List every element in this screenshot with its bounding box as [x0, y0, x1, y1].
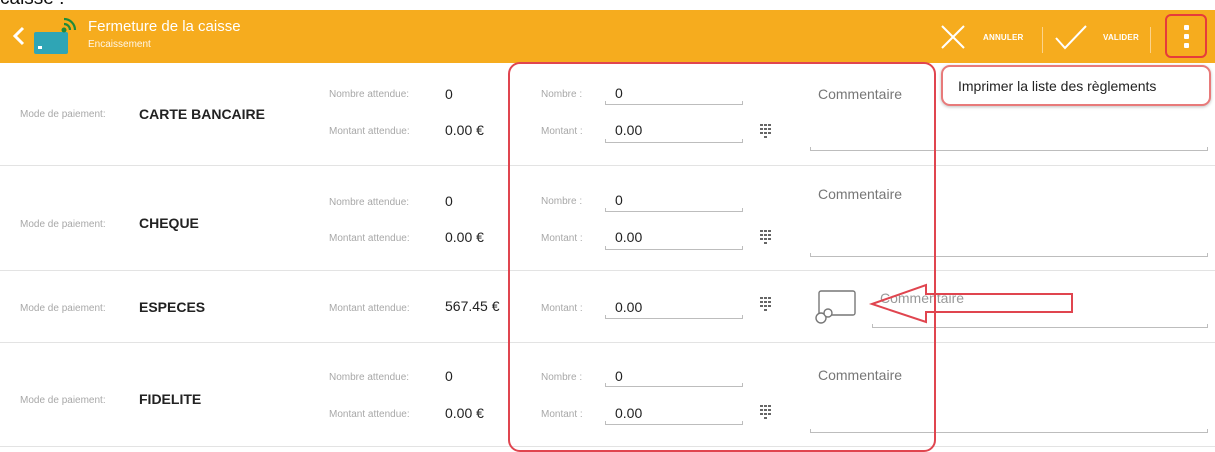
row-divider: [0, 165, 1215, 166]
comment-underline: [872, 324, 1208, 328]
expected-count-value: 0: [445, 86, 453, 102]
cropped-caption: caisse :: [0, 0, 64, 10]
amount-input[interactable]: 0.00: [615, 405, 642, 421]
row-divider: [0, 446, 1215, 447]
check-icon: [1055, 25, 1087, 50]
keypad-icon[interactable]: [760, 124, 772, 139]
count-label: Nombre :: [541, 196, 583, 207]
cancel-button[interactable]: ANNULER: [938, 20, 1024, 54]
comment-bubble-icon[interactable]: [812, 288, 860, 328]
payment-mode-value: CHEQUE: [139, 215, 199, 231]
amount-label: Montant :: [541, 126, 583, 137]
expected-amount-value: 567.45 €: [445, 298, 500, 314]
toolbar-divider: [1150, 27, 1151, 53]
amount-input-underline: [605, 246, 743, 250]
keypad-icon[interactable]: [760, 405, 772, 420]
annotation-arrow-icon: [868, 283, 1073, 324]
back-chevron-icon[interactable]: [8, 22, 30, 50]
comment-field[interactable]: Commentaire: [818, 367, 902, 383]
expected-amount-label: Montant attendue:: [329, 409, 410, 420]
expected-amount-value: 0.00 €: [445, 229, 484, 245]
validate-label: VALIDER: [1103, 32, 1139, 42]
amount-input-underline: [605, 139, 743, 143]
payment-mode-value: CARTE BANCAIRE: [139, 106, 265, 122]
count-input[interactable]: 0: [615, 368, 623, 384]
count-input-underline: [605, 383, 743, 387]
expected-count-label: Nombre attendue:: [329, 89, 410, 100]
expected-count-label: Nombre attendue:: [329, 197, 410, 208]
row-divider: [0, 342, 1215, 343]
expected-amount-label: Montant attendue:: [329, 233, 410, 244]
row-divider: [0, 270, 1215, 271]
amount-input-underline: [605, 315, 743, 319]
toolbar-divider: [1042, 27, 1043, 53]
overflow-menu-icon-dot: [1184, 34, 1189, 39]
count-input[interactable]: 0: [615, 85, 623, 101]
cancel-label: ANNULER: [983, 32, 1024, 42]
payment-mode-label: Mode de paiement:: [20, 303, 106, 314]
overflow-menu-button[interactable]: [1165, 14, 1207, 58]
count-input[interactable]: 0: [615, 192, 623, 208]
expected-count-value: 0: [445, 368, 453, 384]
amount-input[interactable]: 0.00: [615, 229, 642, 245]
count-input-underline: [605, 208, 743, 212]
comment-field[interactable]: Commentaire: [818, 86, 902, 102]
count-label: Nombre :: [541, 372, 583, 383]
count-label: Nombre :: [541, 89, 583, 100]
annotation-highlight-box: [508, 62, 936, 452]
expected-amount-value: 0.00 €: [445, 405, 484, 421]
amount-label: Montant :: [541, 303, 583, 314]
expected-amount-clip: 567.45 €: [445, 298, 508, 318]
expected-count-value: 0: [445, 193, 453, 209]
page-subtitle: Encaissement: [88, 39, 151, 50]
expected-count-label: Nombre attendue:: [329, 372, 410, 383]
comment-underline: [810, 253, 1208, 257]
contactless-icon: [61, 17, 77, 33]
payment-mode-label: Mode de paiement:: [20, 109, 106, 120]
keypad-icon[interactable]: [760, 230, 772, 245]
expected-amount-label: Montant attendue:: [329, 303, 410, 314]
overflow-menu-popup: Imprimer la liste des règlements: [941, 65, 1211, 106]
overflow-menu-icon-dot: [1184, 43, 1189, 48]
close-icon: [941, 25, 965, 49]
amount-input[interactable]: 0.00: [615, 122, 642, 138]
expected-amount-value: 0.00 €: [445, 122, 484, 138]
payment-mode-value: ESPECES: [139, 299, 206, 315]
amount-input[interactable]: 0.00: [615, 299, 642, 315]
page-title: Fermeture de la caisse: [88, 18, 241, 35]
amount-input-underline: [605, 421, 743, 425]
keypad-icon[interactable]: [760, 297, 772, 312]
count-input-underline: [605, 101, 743, 105]
comment-field[interactable]: Commentaire: [818, 186, 902, 202]
validate-button[interactable]: VALIDER: [1053, 20, 1139, 54]
comment-underline: [810, 429, 1208, 433]
expected-amount-label: Montant attendue:: [329, 126, 410, 137]
comment-underline: [810, 147, 1208, 151]
action-bar: Fermeture de la caisse Encaissement ANNU…: [0, 10, 1215, 63]
payment-mode-label: Mode de paiement:: [20, 219, 106, 230]
card-app-icon: [34, 32, 68, 54]
payment-mode-value: FIDELITE: [139, 391, 202, 407]
amount-label: Montant :: [541, 409, 583, 420]
amount-label: Montant :: [541, 233, 583, 244]
payment-mode-label: Mode de paiement:: [20, 395, 106, 406]
menu-item-print-payments[interactable]: Imprimer la liste des règlements: [958, 78, 1156, 94]
overflow-menu-icon: [1184, 25, 1189, 30]
